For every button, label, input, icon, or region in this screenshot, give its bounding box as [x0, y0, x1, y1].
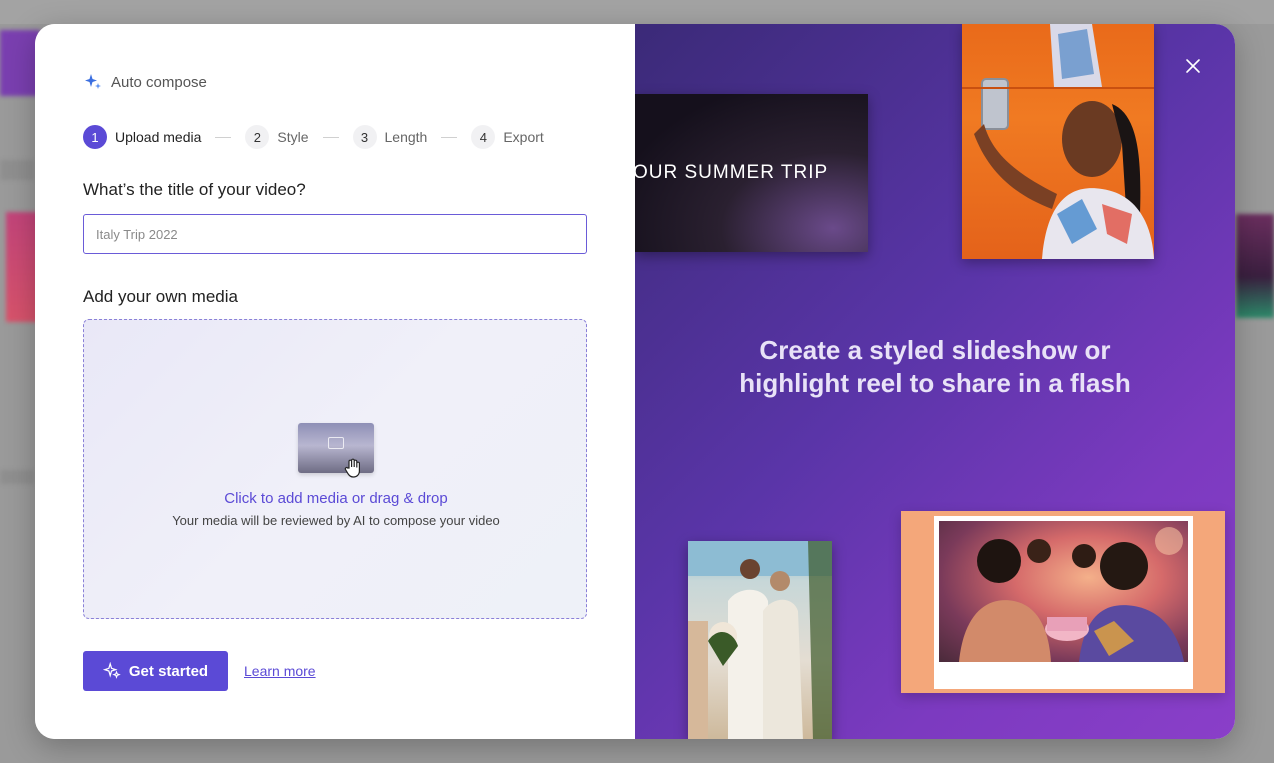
step-length[interactable]: 3 Length: [352, 125, 428, 149]
wedding-illustration: [688, 541, 832, 739]
video-title-input[interactable]: [83, 214, 587, 254]
step-number: 1: [83, 125, 107, 149]
dropzone-hint: Your media will be reviewed by AI to com…: [172, 513, 500, 528]
auto-compose-dialog: Auto compose 1 Upload media 2 Style 3 Le…: [35, 24, 1235, 739]
dropzone-prompt[interactable]: Click to add media or drag & drop: [84, 490, 588, 507]
step-label: Upload media: [115, 129, 202, 145]
step-divider: [215, 136, 232, 138]
stepper: 1 Upload media 2 Style 3 Length 4 Export: [83, 125, 544, 149]
sparkle-icon: [85, 74, 101, 89]
dialog-header: Auto compose: [83, 72, 207, 92]
party-illustration: [959, 527, 1184, 662]
step-number: 4: [471, 125, 496, 149]
media-placeholder-image: [298, 423, 374, 478]
step-label: Length: [384, 129, 428, 145]
background-text: [0, 470, 34, 484]
step-label: Style: [277, 129, 309, 145]
learn-more-link[interactable]: Learn more: [244, 663, 316, 679]
step-upload-media[interactable]: 1 Upload media: [83, 125, 201, 149]
selfie-photo: [962, 24, 1154, 259]
form-panel: Auto compose 1 Upload media 2 Style 3 Le…: [35, 24, 635, 739]
sparkle-icon: [102, 662, 121, 679]
background-tile: [0, 30, 40, 96]
summer-trip-card: OUR SUMMER TRIP: [635, 94, 868, 252]
background-thumbnail: [1236, 214, 1274, 318]
step-number: 2: [245, 125, 270, 149]
close-icon[interactable]: [1184, 57, 1202, 75]
wedding-photo: [688, 541, 832, 739]
add-media-label: Add your own media: [83, 287, 238, 306]
get-started-label: Get started: [128, 662, 209, 680]
media-dropzone[interactable]: Click to add media or drag & drop Your m…: [83, 319, 587, 619]
promo-tagline: Create a styled slideshow or highlight r…: [739, 335, 1131, 398]
get-started-button[interactable]: Get started: [83, 651, 228, 691]
step-export[interactable]: 4 Export: [471, 125, 544, 149]
video-title-label: What’s the title of your video?: [83, 180, 306, 199]
selfie-illustration: [974, 24, 1154, 259]
promo-panel: OUR SUMMER TRIP Create a styled slidesho…: [635, 24, 1235, 739]
background-bar: [0, 0, 1274, 24]
dialog-title: Auto compose: [111, 73, 207, 91]
step-label: Export: [503, 129, 544, 145]
photo-divider: [962, 87, 1154, 89]
summer-trip-text: OUR SUMMER TRIP: [635, 162, 829, 183]
step-divider: [322, 136, 339, 138]
party-photo: [939, 521, 1188, 662]
step-style[interactable]: 2 Style: [245, 125, 309, 149]
film-icon: [328, 437, 344, 449]
hand-cursor-icon: [344, 458, 360, 478]
step-number: 3: [352, 125, 377, 149]
background-text: [0, 160, 34, 180]
step-divider: [441, 136, 458, 138]
party-photo-card: [934, 516, 1193, 689]
